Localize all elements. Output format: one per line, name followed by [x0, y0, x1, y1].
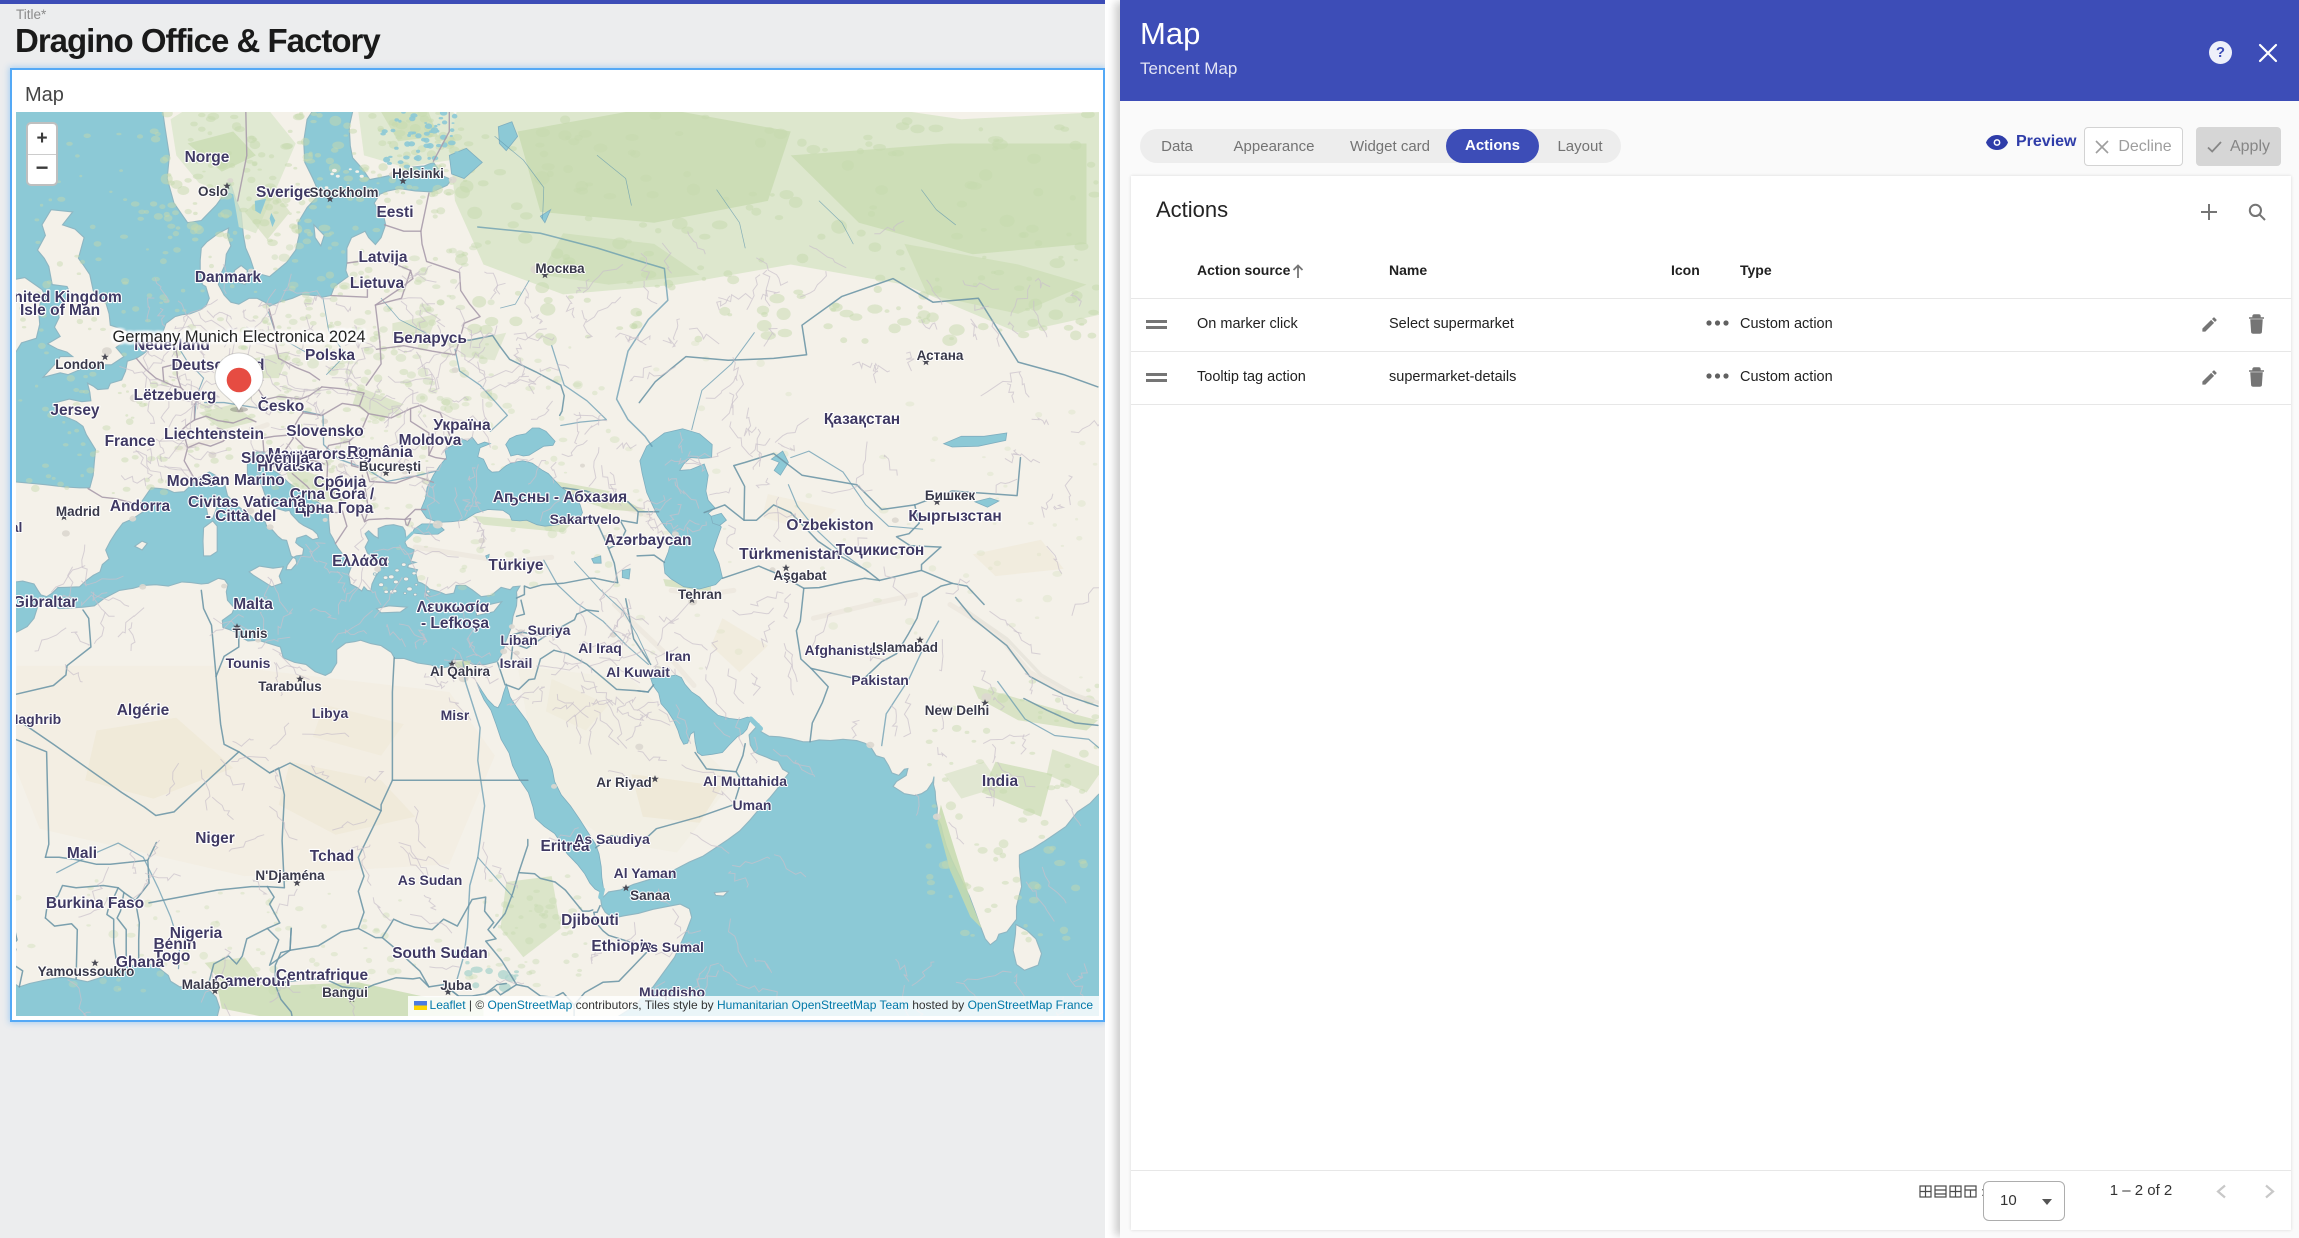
svg-text:Al Kuwait: Al Kuwait — [606, 664, 670, 680]
svg-text:Tchad: Tchad — [310, 848, 355, 865]
svg-text:Sakartvelo: Sakartvelo — [550, 511, 621, 527]
svg-text:Misr: Misr — [441, 707, 470, 723]
svg-text:Eesti: Eesti — [376, 204, 413, 221]
svg-text:Al Qahira: Al Qahira — [430, 664, 491, 679]
svg-text:Aşgabat: Aşgabat — [773, 568, 827, 583]
svg-text:București: București — [359, 459, 421, 474]
svg-text:Tehran: Tehran — [678, 587, 722, 602]
svg-text:- Lefkoşa: - Lefkoşa — [421, 615, 489, 632]
svg-text:Црна Гора: Црна Гора — [295, 500, 374, 517]
svg-text:Danmark: Danmark — [195, 269, 262, 286]
svg-text:South Sudan: South Sudan — [392, 945, 488, 962]
svg-text:Uman: Uman — [733, 797, 772, 813]
svg-text:Azərbaycan: Azərbaycan — [604, 532, 691, 549]
svg-text:Helsinki: Helsinki — [392, 166, 444, 181]
svg-text:Gibraltar: Gibraltar — [16, 594, 77, 611]
svg-text:Тоҷикистон: Тоҷикистон — [836, 542, 925, 559]
svg-text:Nigeria: Nigeria — [170, 925, 223, 942]
svg-text:Al Yaman: Al Yaman — [614, 865, 677, 881]
svg-text:Λευκωσία: Λευκωσία — [417, 599, 490, 616]
svg-text:O'zbekiston: O'zbekiston — [786, 517, 873, 534]
svg-text:Polska: Polska — [305, 347, 355, 364]
svg-text:Türkiye: Türkiye — [488, 557, 544, 574]
svg-text:Ελλάδα: Ελλάδα — [332, 553, 388, 570]
svg-text:As Sudan: As Sudan — [398, 872, 463, 888]
svg-text:Al Maghrib: Al Maghrib — [16, 711, 61, 727]
svg-text:Bangui: Bangui — [322, 985, 368, 1000]
svg-text:Москва: Москва — [535, 261, 585, 276]
svg-text:Беларусь: Беларусь — [393, 330, 467, 347]
svg-text:Jersey: Jersey — [50, 402, 100, 419]
svg-text:Iran: Iran — [665, 648, 691, 664]
svg-text:Latvija: Latvija — [358, 249, 407, 266]
svg-text:Pakistan: Pakistan — [851, 672, 909, 688]
svg-text:Djibouti: Djibouti — [561, 912, 619, 929]
svg-text:Israil: Israil — [500, 655, 533, 671]
svg-text:Sverige: Sverige — [256, 184, 312, 201]
svg-text:Türkmenistan: Türkmenistan — [739, 546, 841, 563]
svg-text:Andorra: Andorra — [110, 498, 171, 515]
svg-text:Slovensko: Slovensko — [286, 423, 364, 440]
svg-text:Malabo: Malabo — [182, 977, 229, 992]
svg-text:France: France — [105, 433, 156, 450]
svg-text:Қазақстан: Қазақстан — [824, 411, 900, 428]
svg-text:Burkina Faso: Burkina Faso — [46, 895, 144, 912]
svg-text:Mali: Mali — [67, 845, 97, 862]
svg-text:Islamabad: Islamabad — [872, 640, 938, 655]
svg-text:N'Djaména: N'Djaména — [255, 868, 325, 883]
svg-text:London: London — [55, 357, 104, 372]
svg-text:Oslo: Oslo — [198, 184, 228, 199]
svg-text:Niger: Niger — [195, 830, 235, 847]
svg-text:Lëtzebuerg: Lëtzebuerg — [134, 387, 217, 404]
svg-text:Tarabulus: Tarabulus — [258, 679, 322, 694]
svg-text:- Città del: - Città del — [206, 508, 277, 525]
svg-text:Ar Riyad: Ar Riyad — [596, 775, 652, 790]
svg-text:Al Iraq: Al Iraq — [578, 640, 622, 656]
svg-text:Centrafrique: Centrafrique — [276, 967, 369, 984]
svg-text:Madrid: Madrid — [56, 504, 100, 519]
svg-text:Malta: Malta — [233, 596, 273, 613]
svg-text:Suriya: Suriya — [528, 622, 571, 638]
svg-text:Al Muttahida: Al Muttahida — [703, 773, 787, 789]
svg-text:Yamoussoukro: Yamoussoukro — [38, 964, 135, 979]
svg-text:Tounis: Tounis — [226, 655, 271, 671]
svg-text:Tunis: Tunis — [233, 626, 268, 641]
svg-text:ugal: ugal — [16, 519, 22, 535]
svg-text:Астана: Астана — [917, 348, 964, 363]
svg-text:Бишкек: Бишкек — [925, 488, 976, 503]
svg-text:Liechtenstein: Liechtenstein — [164, 426, 264, 443]
svg-text:Lietuva: Lietuva — [350, 275, 405, 292]
svg-text:San Marino: San Marino — [201, 472, 285, 489]
svg-text:As Saudiya: As Saudiya — [574, 831, 650, 847]
svg-text:Norge: Norge — [185, 149, 230, 166]
svg-text:Аҧсны - Абхазия: Аҧсны - Абхазия — [493, 489, 627, 506]
svg-text:Sanaa: Sanaa — [630, 888, 670, 903]
svg-text:Algérie: Algérie — [117, 702, 170, 719]
svg-text:Isle of Man: Isle of Man — [20, 302, 100, 319]
svg-text:Juba: Juba — [440, 978, 472, 993]
svg-text:As Sumal: As Sumal — [640, 939, 704, 955]
svg-text:Кыргызстан: Кыргызстан — [908, 508, 1001, 525]
svg-text:India: India — [982, 773, 1019, 790]
svg-text:Stockholm: Stockholm — [309, 185, 378, 200]
svg-text:New Delhi: New Delhi — [925, 703, 990, 718]
svg-text:Libya: Libya — [312, 705, 349, 721]
svg-text:Slovenija: Slovenija — [241, 450, 309, 467]
